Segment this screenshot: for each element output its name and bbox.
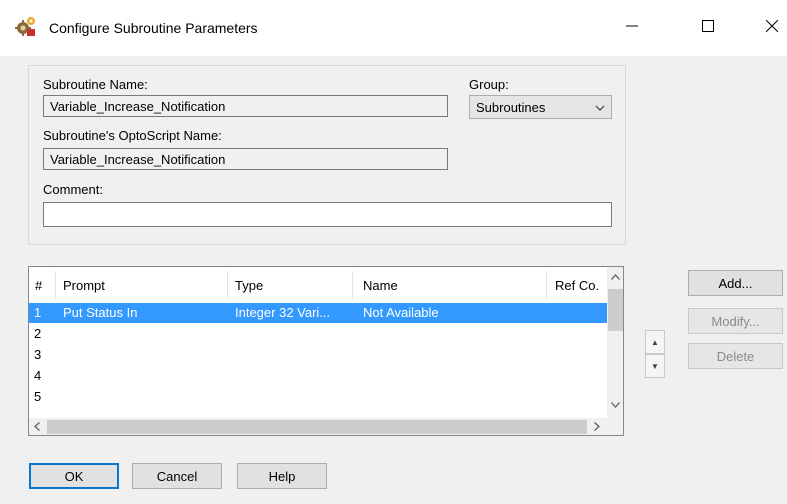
row-number: 4	[34, 368, 42, 383]
row-number: 2	[34, 326, 42, 341]
column-divider	[227, 271, 228, 299]
column-header-name[interactable]: Name	[363, 278, 398, 293]
ok-button[interactable]: OK	[29, 463, 119, 489]
cancel-button[interactable]: Cancel	[132, 463, 222, 489]
triangle-down-icon: ▼	[651, 361, 659, 371]
list-header: # Prompt Type Name Ref Co.	[29, 267, 607, 303]
column-header-type[interactable]: Type	[235, 278, 263, 293]
comment-field[interactable]	[43, 202, 612, 227]
close-button[interactable]	[752, 10, 787, 42]
column-header-prompt[interactable]: Prompt	[63, 278, 105, 293]
triangle-up-icon: ▲	[651, 337, 659, 347]
optoscript-name-field[interactable]: Variable_Increase_Notification	[43, 148, 448, 170]
maximize-icon	[702, 20, 714, 32]
table-row[interactable]: 2	[29, 324, 607, 344]
horizontal-scroll-thumb[interactable]	[47, 420, 587, 434]
column-divider	[546, 271, 547, 299]
delete-button[interactable]: Delete	[688, 343, 783, 369]
modify-button[interactable]: Modify...	[688, 308, 783, 334]
vertical-scrollbar[interactable]	[607, 267, 623, 419]
table-row[interactable]: 1 Put Status In Integer 32 Vari... Not A…	[29, 303, 607, 323]
scrollbar-corner	[607, 418, 623, 435]
subroutine-name-field[interactable]: Variable_Increase_Notification	[43, 95, 448, 117]
scroll-up-icon[interactable]	[611, 272, 620, 283]
move-up-button[interactable]: ▲	[645, 330, 665, 354]
column-divider	[352, 271, 353, 299]
gear-app-icon	[14, 14, 38, 38]
scroll-down-icon[interactable]	[611, 400, 620, 411]
row-prompt: Put Status In	[63, 305, 138, 320]
row-name: Not Available	[363, 305, 439, 320]
row-number: 5	[34, 389, 42, 404]
close-icon	[766, 20, 778, 32]
help-button[interactable]: Help	[237, 463, 327, 489]
group-select[interactable]: Subroutines	[469, 95, 612, 119]
vertical-scroll-thumb[interactable]	[608, 289, 623, 331]
scroll-right-icon[interactable]	[594, 422, 600, 434]
column-header-number[interactable]: #	[35, 278, 42, 293]
horizontal-scrollbar[interactable]	[29, 418, 607, 435]
minimize-icon	[626, 25, 638, 27]
subroutine-name-label: Subroutine Name:	[43, 77, 148, 92]
scroll-left-icon[interactable]	[34, 422, 40, 434]
row-number: 3	[34, 347, 42, 362]
dialog-window: Configure Subroutine Parameters Subrouti…	[0, 0, 787, 504]
row-type: Integer 32 Vari...	[235, 305, 331, 320]
table-row[interactable]: 5	[29, 387, 607, 407]
column-divider	[55, 271, 56, 299]
table-row[interactable]: 3	[29, 345, 607, 365]
group-select-value: Subroutines	[476, 100, 546, 115]
parameters-list[interactable]: # Prompt Type Name Ref Co. 1 Put Status …	[28, 266, 624, 436]
title-bar[interactable]: Configure Subroutine Parameters	[0, 0, 787, 56]
minimize-button[interactable]	[612, 10, 652, 42]
comment-label: Comment:	[43, 182, 103, 197]
optoscript-name-label: Subroutine's OptoScript Name:	[43, 128, 222, 143]
row-number: 1	[34, 305, 42, 320]
move-down-button[interactable]: ▼	[645, 354, 665, 378]
column-header-ref-count[interactable]: Ref Co.	[555, 278, 599, 293]
group-label: Group:	[469, 77, 509, 92]
maximize-button[interactable]	[688, 10, 728, 42]
table-row[interactable]: 4	[29, 366, 607, 386]
window-title: Configure Subroutine Parameters	[49, 20, 258, 36]
add-button[interactable]: Add...	[688, 270, 783, 296]
chevron-down-icon	[595, 101, 605, 116]
